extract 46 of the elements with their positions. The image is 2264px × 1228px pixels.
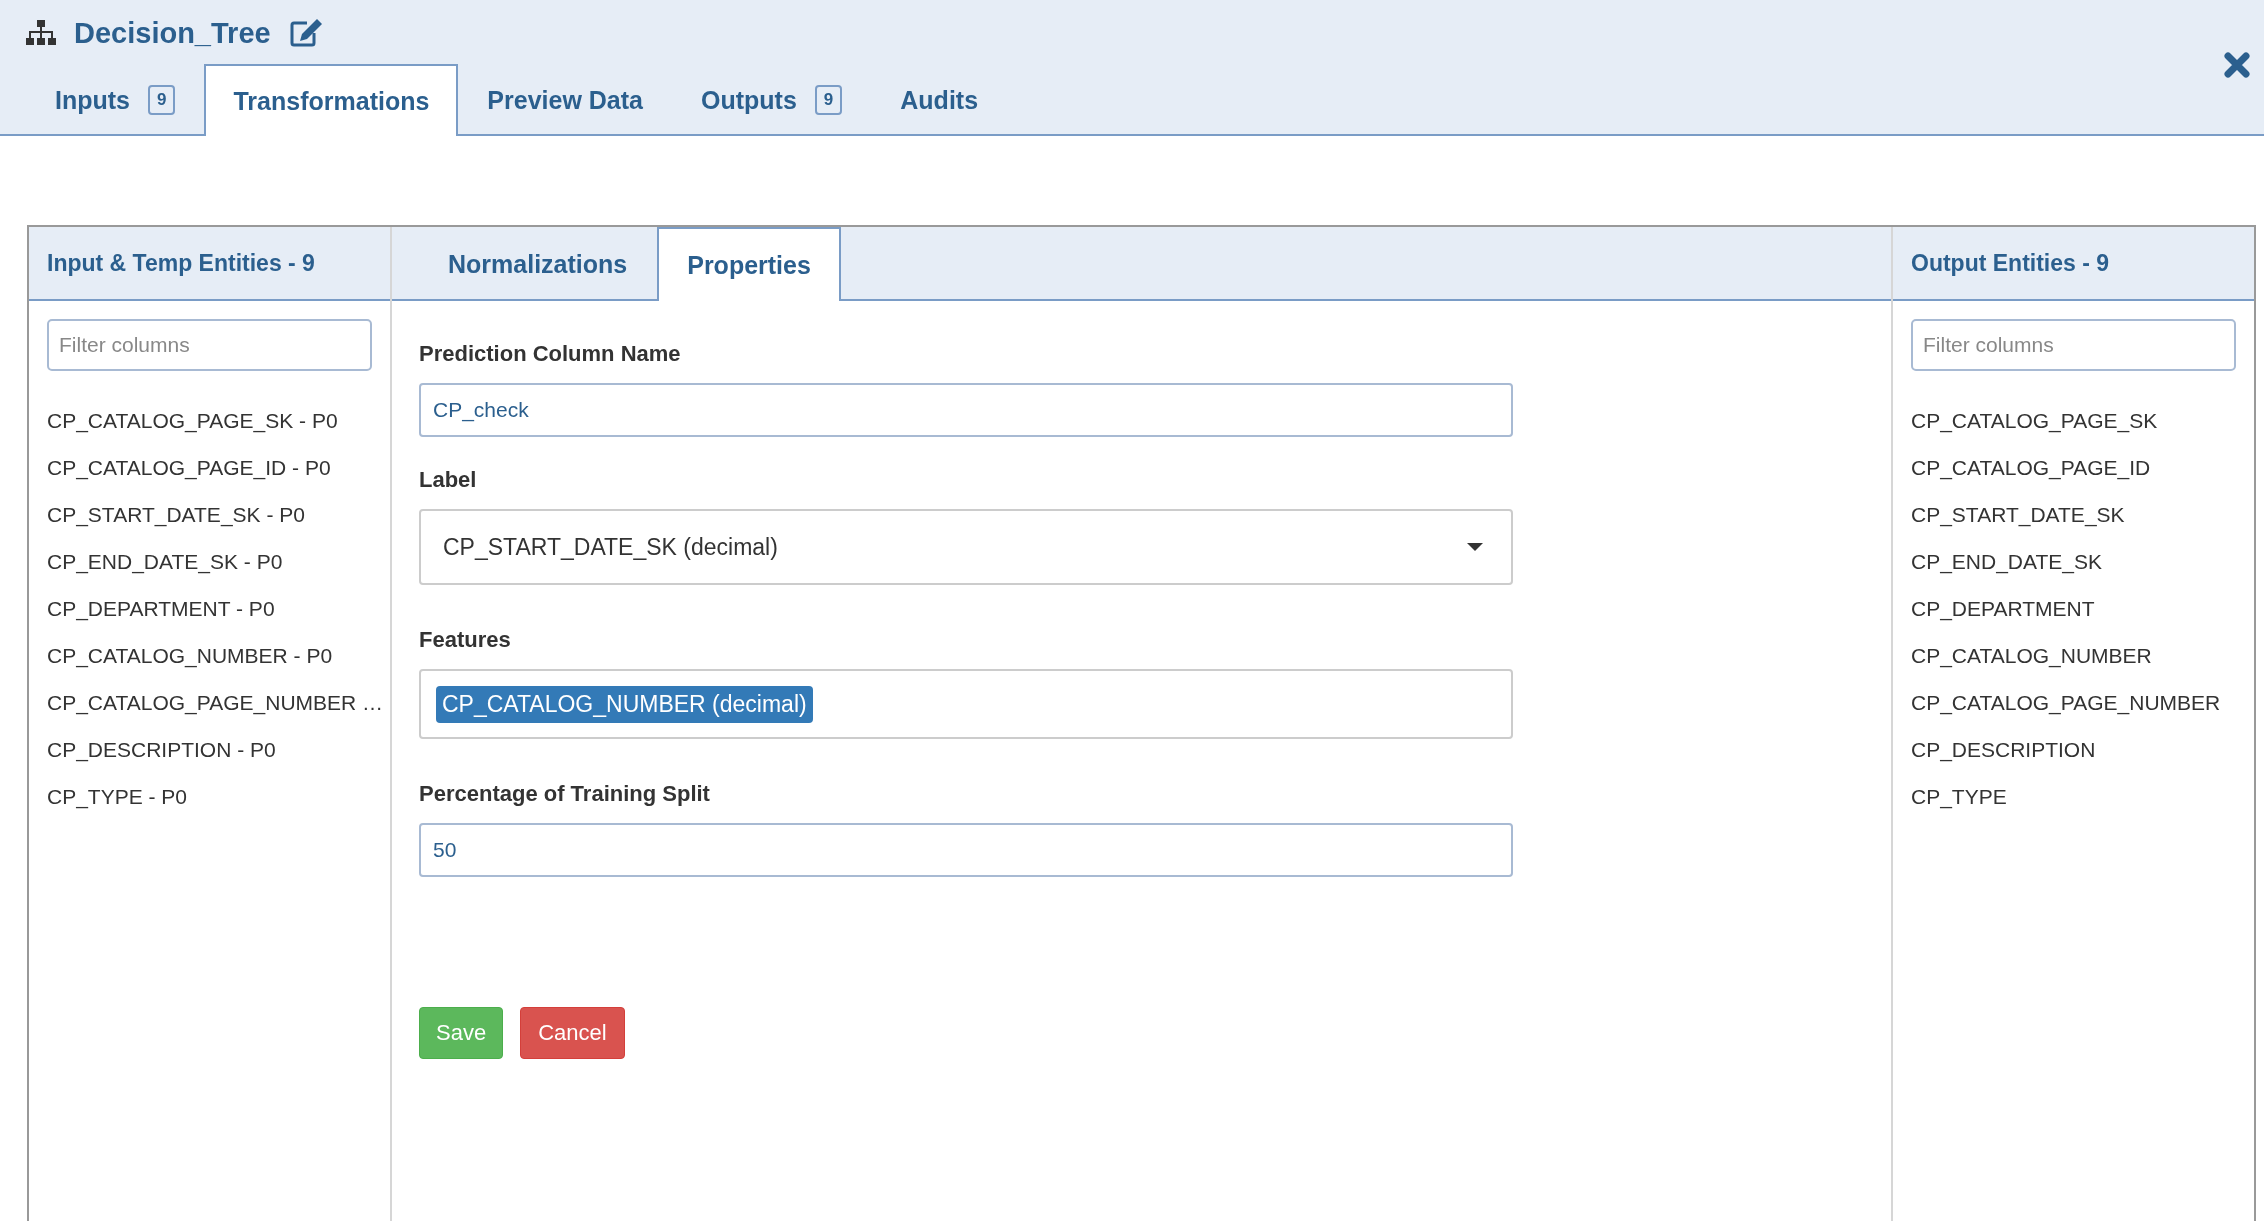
- column-item[interactable]: CP_DESCRIPTION - P0: [47, 726, 276, 773]
- column-item[interactable]: CP_TYPE: [1911, 773, 2007, 820]
- close-icon[interactable]: [2224, 52, 2250, 78]
- column-item[interactable]: CP_END_DATE_SK: [1911, 538, 2102, 585]
- tab[interactable]: Audits: [871, 64, 1008, 134]
- text-field[interactable]: 50: [419, 823, 1513, 877]
- tab[interactable]: Outputs 9: [672, 64, 872, 134]
- hierarchy-icon: [26, 20, 56, 46]
- features-field[interactable]: CP_CATALOG_NUMBER (decimal): [419, 669, 1513, 739]
- field-label: Prediction Column Name: [419, 341, 682, 367]
- tab[interactable]: Properties: [657, 227, 841, 301]
- filter-field[interactable]: Filter columns: [1911, 319, 2236, 371]
- text-field[interactable]: CP_check: [419, 383, 1513, 437]
- column-item[interactable]: CP_CATALOG_PAGE_NUMBER: [1911, 679, 2221, 726]
- column-item[interactable]: CP_START_DATE_SK - P0: [47, 491, 305, 538]
- column-item[interactable]: CP_TYPE - P0: [47, 773, 188, 820]
- tab[interactable]: Transformations: [204, 64, 459, 136]
- cancel-button[interactable]: Cancel: [520, 1007, 625, 1059]
- feature-tag[interactable]: CP_CATALOG_NUMBER (decimal): [436, 685, 813, 723]
- column-item[interactable]: CP_END_DATE_SK - P0: [47, 538, 283, 585]
- tab[interactable]: Inputs 9: [26, 64, 205, 134]
- column-item[interactable]: CP_CATALOG_PAGE_SK - P0: [47, 397, 338, 444]
- field-label: Label: [419, 467, 478, 493]
- count-badge: 9: [148, 85, 176, 115]
- column-item[interactable]: CP_CATALOG_PAGE_SK: [1911, 397, 2158, 444]
- edit-icon[interactable]: [288, 18, 323, 48]
- column-item[interactable]: CP_CATALOG_PAGE_ID - P0: [47, 444, 331, 491]
- field-label: Features: [419, 627, 512, 653]
- column-item[interactable]: CP_DEPARTMENT: [1911, 585, 2095, 632]
- tab[interactable]: Preview Data: [458, 64, 672, 134]
- label-dropdown[interactable]: CP_START_DATE_SK (decimal): [419, 509, 1513, 585]
- column-item[interactable]: CP_CATALOG_PAGE_NUMBER …: [47, 679, 384, 726]
- count-badge: 9: [814, 85, 843, 115]
- column-item[interactable]: CP_DEPARTMENT - P0: [47, 585, 275, 632]
- column-item[interactable]: CP_CATALOG_NUMBER: [1911, 632, 2152, 679]
- panel-title: Input & Temp Entities - 9: [47, 249, 315, 277]
- column-item[interactable]: CP_CATALOG_PAGE_ID: [1911, 444, 2151, 491]
- tab[interactable]: Normalizations: [418, 227, 658, 299]
- field-label: Percentage of Training Split: [419, 781, 711, 807]
- filter-field[interactable]: Filter columns: [47, 319, 372, 371]
- caret-icon: [1467, 543, 1483, 551]
- window-title: Decision_Tree: [74, 16, 271, 50]
- column-item[interactable]: CP_DESCRIPTION: [1911, 726, 2096, 773]
- panel-title: Output Entities - 9: [1911, 249, 2110, 277]
- column-item[interactable]: CP_START_DATE_SK: [1911, 491, 2125, 538]
- column-item[interactable]: CP_CATALOG_NUMBER - P0: [47, 632, 333, 679]
